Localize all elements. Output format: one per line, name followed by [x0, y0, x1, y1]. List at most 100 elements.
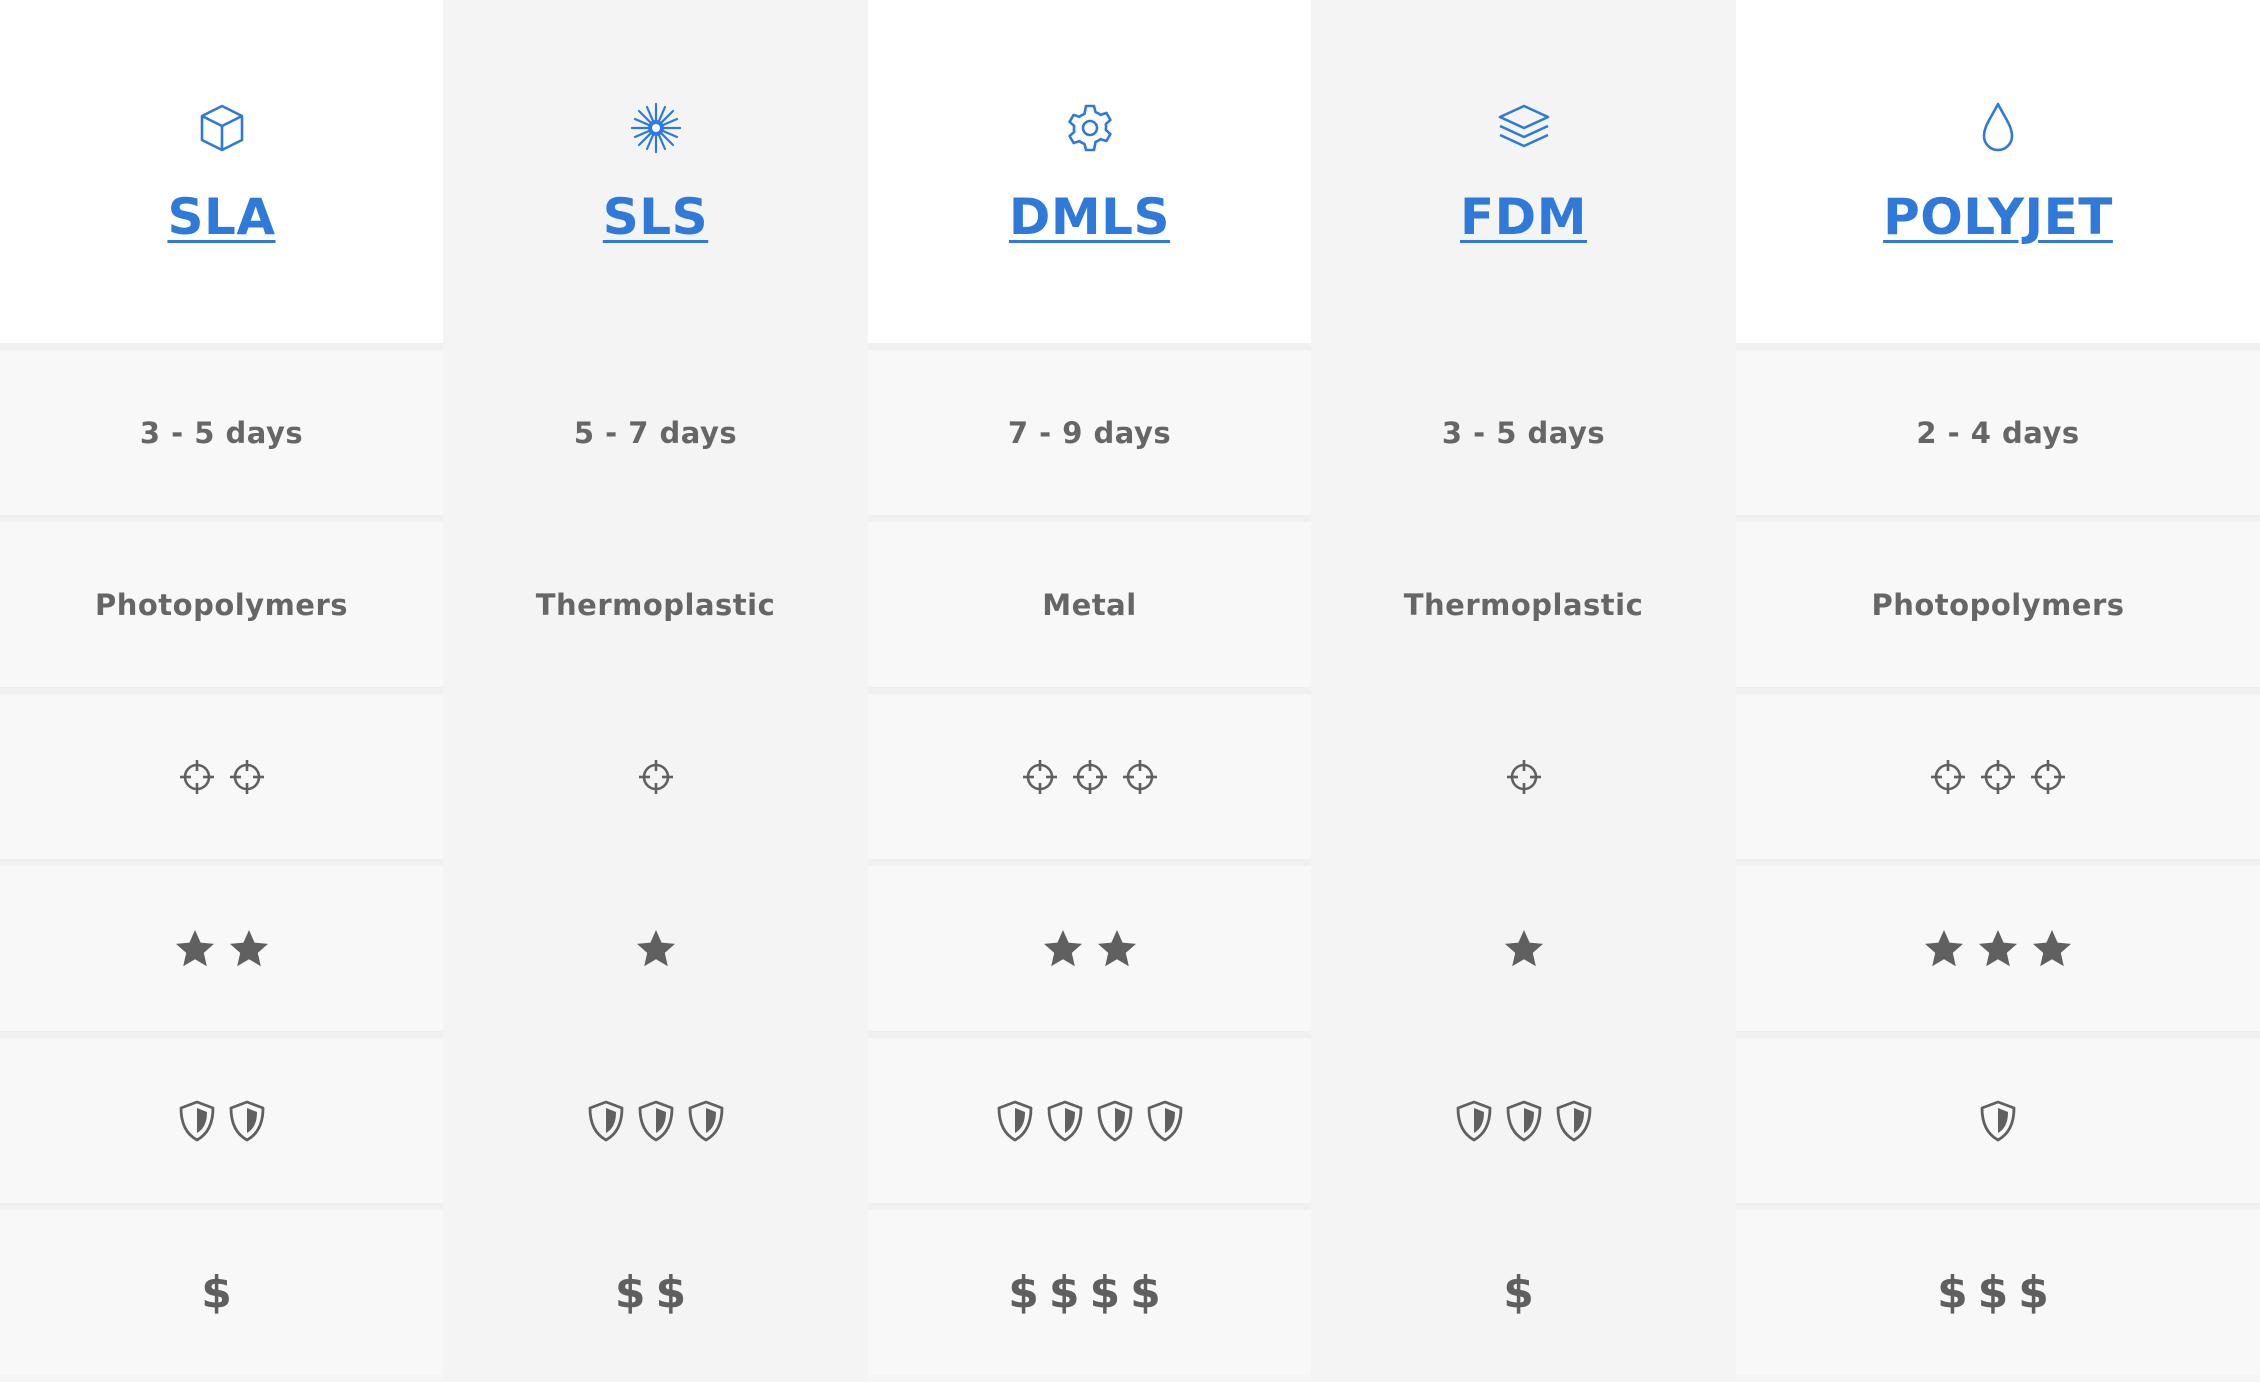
finish-rating — [1922, 927, 2074, 971]
accuracy-cell — [1311, 694, 1736, 859]
shield-icon — [636, 1099, 676, 1143]
shield-icon — [1554, 1099, 1594, 1143]
cost-rating: $ — [1503, 1267, 1544, 1318]
material-cell: Photopolymers — [1736, 522, 2260, 687]
strength-cell — [868, 1038, 1311, 1203]
strength-rating — [1978, 1099, 2018, 1143]
lead-time-cell: 2 - 4 days — [1736, 350, 2260, 515]
accuracy-cell — [443, 694, 868, 859]
star-icon — [1922, 927, 1966, 971]
finish-rating — [1041, 927, 1139, 971]
finish-cell — [0, 866, 443, 1031]
lead-time: 5 - 7 days — [573, 415, 738, 450]
droplet-icon — [1970, 100, 2026, 156]
lead-time: 3 - 5 days — [139, 415, 304, 450]
lead-time-cell: 3 - 5 days — [1311, 350, 1736, 515]
finish-cell — [868, 866, 1311, 1031]
cost-cell: $$$ — [1736, 1210, 2260, 1375]
crosshair-icon — [636, 757, 676, 797]
column-dmls: DMLS 7 - 9 days Metal $$$$ — [868, 0, 1311, 1382]
layers-icon — [1496, 100, 1552, 156]
column-header: FDM — [1311, 0, 1736, 343]
process-comparison-table: SLA 3 - 5 days Photopolymers $ SLS 5 - 7… — [0, 0, 2260, 1382]
cost-cell: $ — [1311, 1210, 1736, 1375]
cost-rating: $$$$ — [1008, 1267, 1171, 1318]
star-icon — [1095, 927, 1139, 971]
strength-cell — [443, 1038, 868, 1203]
material-cell: Thermoplastic — [1311, 522, 1736, 687]
star-icon — [227, 927, 271, 971]
shield-icon — [995, 1099, 1035, 1143]
lead-time: 3 - 5 days — [1441, 415, 1606, 450]
star-icon — [1041, 927, 1085, 971]
material: Photopolymers — [1871, 587, 2125, 622]
column-sla: SLA 3 - 5 days Photopolymers $ — [0, 0, 443, 1382]
shield-icon — [1045, 1099, 1085, 1143]
finish-cell — [1311, 866, 1736, 1031]
process-title-link[interactable]: POLYJET — [1883, 188, 2113, 246]
cost-rating: $$$ — [1937, 1267, 2059, 1318]
crosshair-icon — [1504, 757, 1544, 797]
lead-time-cell: 7 - 9 days — [868, 350, 1311, 515]
accuracy-rating — [1504, 757, 1544, 797]
accuracy-cell — [1736, 694, 2260, 859]
material: Thermoplastic — [535, 587, 776, 622]
material: Thermoplastic — [1403, 587, 1644, 622]
accuracy-rating — [636, 757, 676, 797]
star-icon — [173, 927, 217, 971]
lead-time: 7 - 9 days — [1007, 415, 1172, 450]
crosshair-icon — [1120, 757, 1160, 797]
shield-icon — [177, 1099, 217, 1143]
lead-time: 2 - 4 days — [1916, 415, 2080, 450]
strength-rating — [995, 1099, 1185, 1143]
finish-cell — [443, 866, 868, 1031]
cost-rating: $$ — [614, 1267, 697, 1318]
column-header: DMLS — [868, 0, 1311, 343]
cost-cell: $$$$ — [868, 1210, 1311, 1375]
lead-time-cell: 3 - 5 days — [0, 350, 443, 515]
star-icon — [1976, 927, 2020, 971]
process-title-link[interactable]: SLS — [603, 188, 708, 246]
finish-rating — [634, 927, 678, 971]
shield-icon — [1504, 1099, 1544, 1143]
shield-icon — [1978, 1099, 2018, 1143]
shield-icon — [1454, 1099, 1494, 1143]
strength-rating — [177, 1099, 267, 1143]
crosshair-icon — [177, 757, 217, 797]
star-icon — [634, 927, 678, 971]
crosshair-icon — [1928, 757, 1968, 797]
crosshair-icon — [1070, 757, 1110, 797]
column-sls: SLS 5 - 7 days Thermoplastic $$ — [443, 0, 868, 1382]
finish-rating — [1502, 927, 1546, 971]
cost-rating: $ — [201, 1267, 242, 1318]
column-header: SLS — [443, 0, 868, 343]
strength-rating — [1454, 1099, 1594, 1143]
shield-icon — [227, 1099, 267, 1143]
process-title-link[interactable]: DMLS — [1009, 188, 1170, 246]
column-header: POLYJET — [1736, 0, 2260, 343]
column-fdm: FDM 3 - 5 days Thermoplastic $ — [1311, 0, 1736, 1382]
lead-time-cell: 5 - 7 days — [443, 350, 868, 515]
crosshair-icon — [227, 757, 267, 797]
accuracy-rating — [1928, 757, 2068, 797]
column-polyjet: POLYJET 2 - 4 days Photopolymers $$$ — [1736, 0, 2260, 1382]
crosshair-icon — [1978, 757, 2018, 797]
accuracy-cell — [0, 694, 443, 859]
strength-cell — [1311, 1038, 1736, 1203]
star-icon — [1502, 927, 1546, 971]
shield-icon — [586, 1099, 626, 1143]
cube-icon — [194, 100, 250, 156]
process-title-link[interactable]: SLA — [167, 188, 275, 246]
column-header: SLA — [0, 0, 443, 343]
star-icon — [2030, 927, 2074, 971]
accuracy-cell — [868, 694, 1311, 859]
cost-cell: $$ — [443, 1210, 868, 1375]
finish-rating — [173, 927, 271, 971]
material-cell: Metal — [868, 522, 1311, 687]
material-cell: Thermoplastic — [443, 522, 868, 687]
process-title-link[interactable]: FDM — [1460, 188, 1587, 246]
crosshair-icon — [1020, 757, 1060, 797]
laser-burst-icon — [628, 100, 684, 156]
material-cell: Photopolymers — [0, 522, 443, 687]
accuracy-rating — [1020, 757, 1160, 797]
